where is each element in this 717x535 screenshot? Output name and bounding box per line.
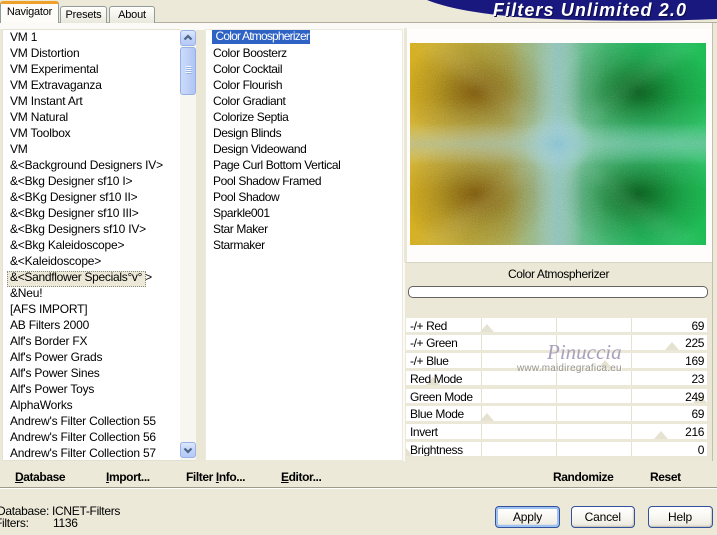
svg-text:Filters Unlimited 2.0: Filters Unlimited 2.0 bbox=[493, 0, 687, 20]
